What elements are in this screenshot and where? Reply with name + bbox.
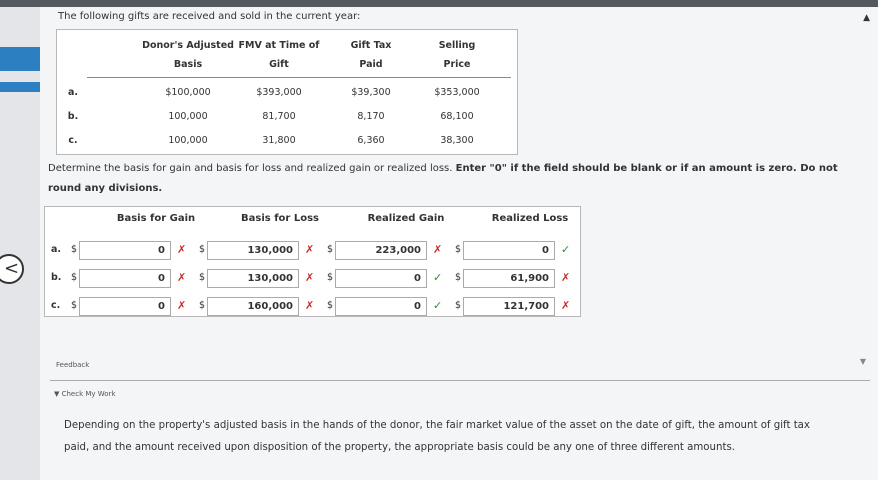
incorrect-mark-icon: ✗ — [177, 243, 187, 256]
basis-for-gain-input-c[interactable]: 0 — [79, 297, 171, 316]
header-basis-for-gain: Basis for Gain — [116, 213, 196, 224]
feedback-header[interactable]: Feedback ▼ — [50, 353, 870, 381]
check-my-work-toggle[interactable]: ▼ Check My Work — [54, 390, 116, 398]
correct-check-icon: ✓ — [433, 299, 443, 312]
answer-row-c: c. $ 0 ✗ $ 160,000 ✗ $ 0 ✓ $ 121,700 ✗ — [45, 297, 580, 317]
header-basis-for-loss: Basis for Loss — [241, 213, 319, 224]
instructions-part1: Determine the basis for gain and basis f… — [48, 163, 456, 174]
incorrect-mark-icon: ✗ — [305, 243, 315, 256]
incorrect-mark-icon: ✗ — [177, 299, 187, 312]
feedback-label: Feedback — [56, 361, 90, 369]
intro-text: The following gifts are received and sol… — [58, 11, 361, 22]
header-gift-tax-line1: Gift Tax — [350, 40, 392, 51]
scroll-down-icon[interactable]: ▼ — [860, 357, 866, 366]
realized-loss-input-a[interactable]: 0 — [463, 241, 555, 260]
correct-check-icon: ✓ — [433, 271, 443, 284]
incorrect-mark-icon: ✗ — [561, 299, 571, 312]
question-panel: ▲ The following gifts are received and s… — [40, 7, 878, 480]
answer-row-a: a. $ 0 ✗ $ 130,000 ✗ $ 223,000 ✗ $ 0 ✓ — [45, 241, 580, 261]
scroll-up-icon[interactable]: ▲ — [863, 13, 870, 23]
basis-for-gain-input-a[interactable]: 0 — [79, 241, 171, 260]
header-gift-tax-line2: Paid — [359, 59, 383, 70]
sidebar-tab-active[interactable] — [0, 47, 40, 71]
header-selling-price-line2: Price — [443, 59, 471, 70]
top-bar — [0, 0, 878, 7]
realized-gain-input-a[interactable]: 223,000 — [335, 241, 427, 260]
gifts-table-header: Donor's Adjusted Basis FMV at Time of Gi… — [57, 36, 517, 80]
basis-for-loss-input-c[interactable]: 160,000 — [207, 297, 299, 316]
header-fmv-line1: FMV at Time of — [238, 40, 320, 51]
left-sidebar — [0, 7, 40, 480]
basis-for-loss-input-b[interactable]: 130,000 — [207, 269, 299, 288]
instructions: Determine the basis for gain and basis f… — [48, 159, 868, 199]
realized-loss-input-c[interactable]: 121,700 — [463, 297, 555, 316]
header-selling-price-line1: Selling — [438, 40, 476, 51]
answer-table: Basis for Gain Basis for Loss Realized G… — [44, 206, 581, 317]
realized-loss-input-b[interactable]: 61,900 — [463, 269, 555, 288]
header-divider — [87, 77, 511, 78]
feedback-text: Depending on the property's adjusted bas… — [64, 420, 810, 453]
header-realized-loss: Realized Loss — [491, 213, 569, 224]
realized-gain-input-c[interactable]: 0 — [335, 297, 427, 316]
incorrect-mark-icon: ✗ — [305, 271, 315, 284]
basis-for-loss-input-a[interactable]: 130,000 — [207, 241, 299, 260]
basis-for-gain-input-b[interactable]: 0 — [79, 269, 171, 288]
sidebar-tab-marker — [0, 82, 40, 92]
header-realized-gain: Realized Gain — [367, 213, 445, 224]
correct-check-icon: ✓ — [561, 243, 571, 256]
gifts-table: Donor's Adjusted Basis FMV at Time of Gi… — [56, 29, 518, 155]
incorrect-mark-icon: ✗ — [433, 243, 443, 256]
answer-row-b: b. $ 0 ✗ $ 130,000 ✗ $ 0 ✓ $ 61,900 ✗ — [45, 269, 580, 289]
header-fmv-line2: Gift — [269, 59, 289, 70]
incorrect-mark-icon: ✗ — [177, 271, 187, 284]
realized-gain-input-b[interactable]: 0 — [335, 269, 427, 288]
incorrect-mark-icon: ✗ — [561, 271, 571, 284]
incorrect-mark-icon: ✗ — [305, 299, 315, 312]
